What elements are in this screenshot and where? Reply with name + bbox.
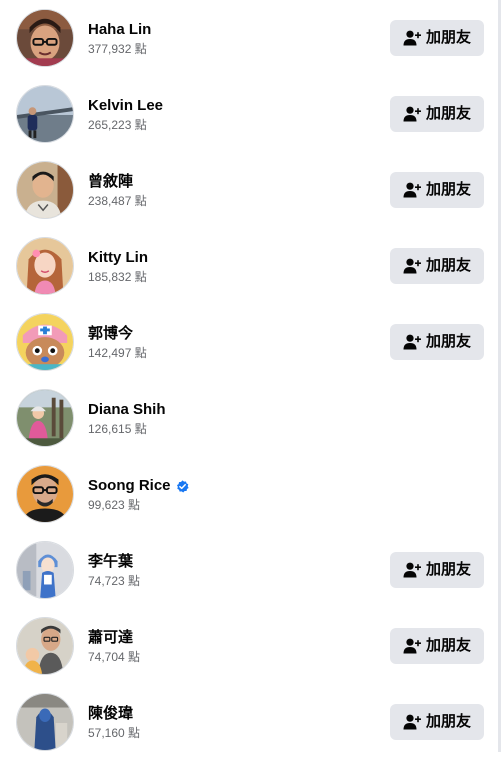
list-item: Soong Rice 99,623 點 [0, 456, 498, 532]
avatar[interactable] [16, 85, 74, 143]
list-item: Kelvin Lee 265,223 點 加朋友 [0, 76, 498, 152]
add-person-icon [403, 30, 421, 46]
person-name[interactable]: 李午葉 [88, 553, 133, 571]
add-friend-label: 加朋友 [425, 637, 471, 654]
add-friend-label: 加朋友 [425, 29, 471, 46]
person-name[interactable]: 曾敘陣 [88, 173, 133, 191]
points-label: 74,704 點 [88, 650, 141, 664]
list-item: 郭博今 142,497 點 加朋友 [0, 304, 498, 380]
list-item: Haha Lin 377,932 點 加朋友 [0, 0, 498, 76]
add-person-icon [403, 106, 421, 122]
person-name[interactable]: Haha Lin [88, 21, 151, 39]
add-person-icon [403, 638, 421, 654]
add-friend-label: 加朋友 [425, 561, 471, 578]
add-friend-label: 加朋友 [425, 257, 471, 274]
name-text[interactable]: 李午葉 [88, 553, 133, 571]
points-label: 126,615 點 [88, 422, 147, 436]
name-text[interactable]: Haha Lin [88, 21, 151, 39]
add-friend-label: 加朋友 [425, 105, 471, 122]
avatar[interactable] [16, 541, 74, 599]
avatar[interactable] [16, 9, 74, 67]
points-label: 74,723 點 [88, 574, 141, 588]
add-friend-label: 加朋友 [425, 333, 471, 350]
points-label: 99,623 點 [88, 498, 141, 512]
person-name[interactable]: 陳俊瑋 [88, 705, 133, 723]
points-label: 142,497 點 [88, 346, 147, 360]
verified-badge-icon [176, 479, 189, 493]
add-friend-button[interactable]: 加朋友 [390, 628, 484, 664]
add-friend-label: 加朋友 [425, 713, 471, 730]
add-person-icon [403, 714, 421, 730]
list-item: Kitty Lin 185,832 點 加朋友 [0, 228, 498, 304]
list-item: 曾敘陣 238,487 點 加朋友 [0, 152, 498, 228]
avatar[interactable] [16, 693, 74, 751]
name-text[interactable]: 陳俊瑋 [88, 705, 133, 723]
add-person-icon [403, 258, 421, 274]
add-friend-button[interactable]: 加朋友 [390, 324, 484, 360]
add-friend-button[interactable]: 加朋友 [390, 20, 484, 56]
name-text[interactable]: Kelvin Lee [88, 97, 163, 115]
add-friend-label: 加朋友 [425, 181, 471, 198]
add-friend-button[interactable]: 加朋友 [390, 248, 484, 284]
points-label: 265,223 點 [88, 118, 147, 132]
add-person-icon [403, 562, 421, 578]
avatar[interactable] [16, 389, 74, 447]
list-item: 蕭可達 74,704 點 加朋友 [0, 608, 498, 684]
add-friend-button[interactable]: 加朋友 [390, 96, 484, 132]
list-item: 李午葉 74,723 點 加朋友 [0, 532, 498, 608]
avatar[interactable] [16, 237, 74, 295]
add-friend-button[interactable]: 加朋友 [390, 172, 484, 208]
points-label: 185,832 點 [88, 270, 147, 284]
points-label: 377,932 點 [88, 42, 147, 56]
list-item: Diana Shih 126,615 點 [0, 380, 498, 456]
person-name[interactable]: Kitty Lin [88, 249, 148, 267]
name-text[interactable]: Kitty Lin [88, 249, 148, 267]
person-name[interactable]: 郭博今 [88, 325, 133, 343]
avatar[interactable] [16, 617, 74, 675]
name-text[interactable]: 蕭可達 [88, 629, 133, 647]
person-name[interactable]: Diana Shih [88, 401, 166, 419]
name-text[interactable]: Diana Shih [88, 401, 166, 419]
add-person-icon [403, 182, 421, 198]
add-friend-button[interactable]: 加朋友 [390, 704, 484, 740]
avatar[interactable] [16, 313, 74, 371]
points-label: 238,487 點 [88, 194, 147, 208]
name-text[interactable]: 郭博今 [88, 325, 133, 343]
person-name[interactable]: 蕭可達 [88, 629, 133, 647]
avatar[interactable] [16, 161, 74, 219]
add-person-icon [403, 334, 421, 350]
avatar[interactable] [16, 465, 74, 523]
name-text[interactable]: Soong Rice [88, 477, 171, 495]
add-friend-button[interactable]: 加朋友 [390, 552, 484, 588]
person-name[interactable]: Soong Rice [88, 477, 189, 495]
name-text[interactable]: 曾敘陣 [88, 173, 133, 191]
person-name[interactable]: Kelvin Lee [88, 97, 163, 115]
points-label: 57,160 點 [88, 726, 141, 740]
list-item: 陳俊瑋 57,160 點 加朋友 [0, 684, 498, 760]
